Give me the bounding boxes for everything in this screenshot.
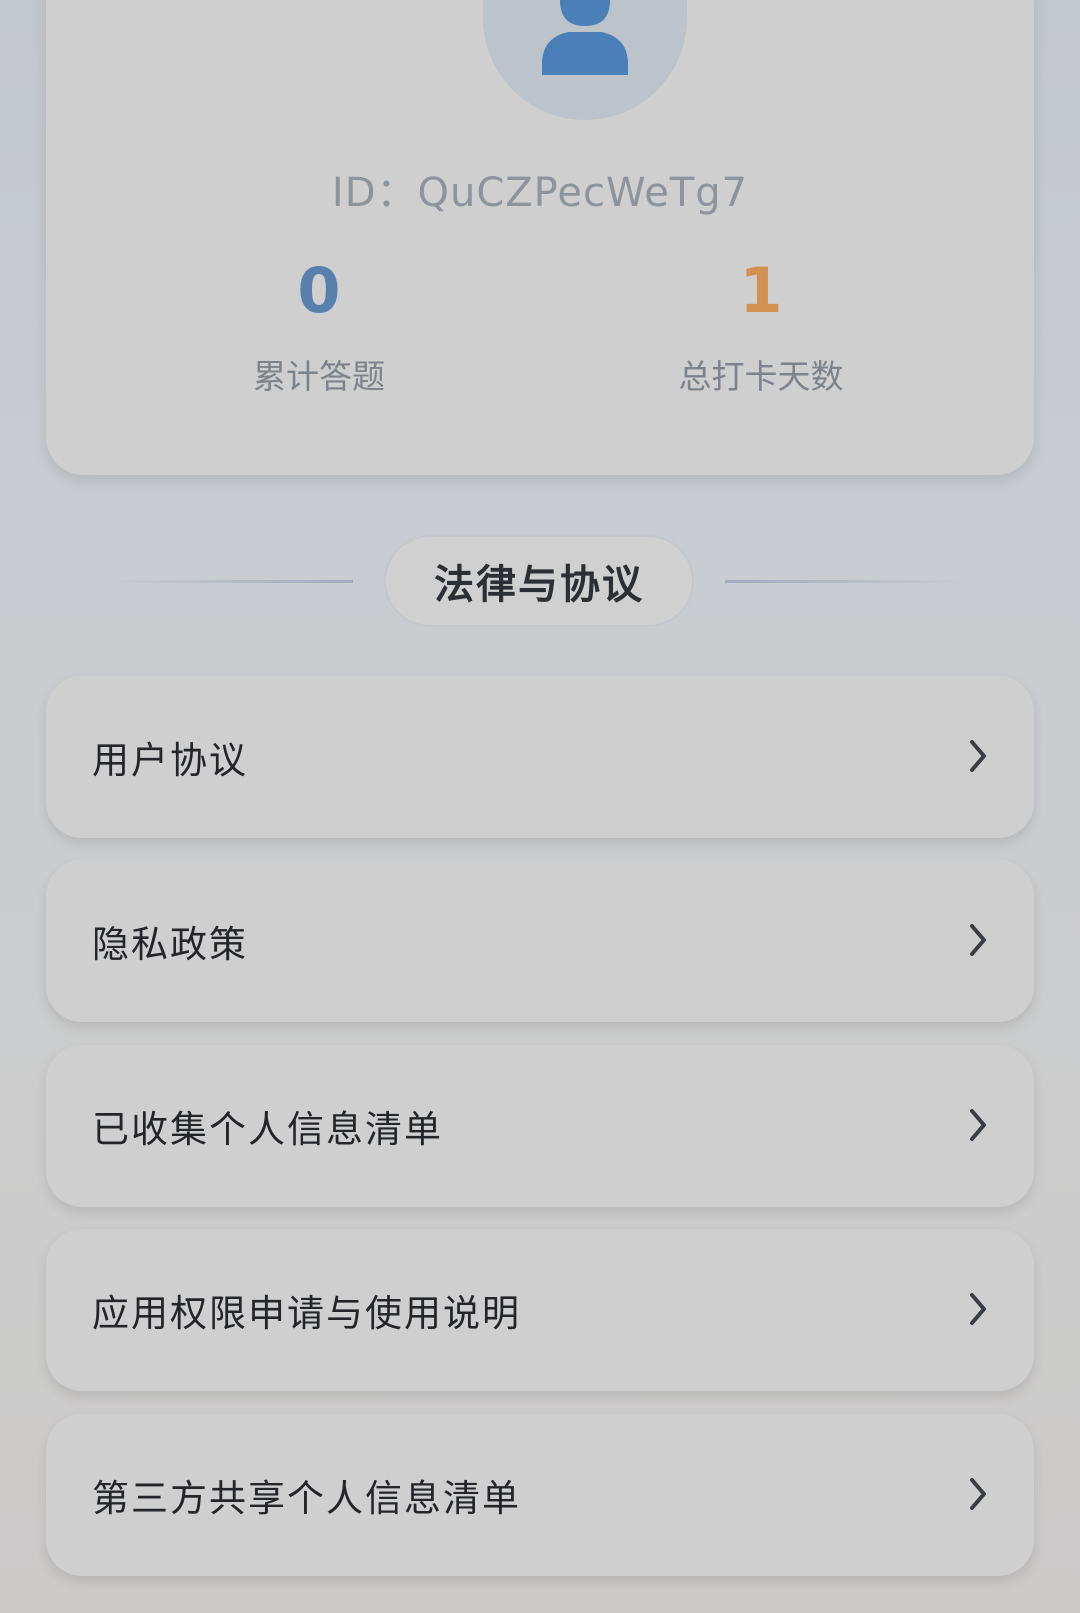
stat-checkin-days-label: 总打卡天数 (678, 357, 844, 396)
menu-item-third-party-sharing[interactable]: 第三方共享个人信息清单 (46, 1414, 1034, 1576)
section-divider-right (725, 580, 965, 583)
section-divider-left (113, 580, 353, 583)
menu-item-privacy-policy[interactable]: 隐私政策 (46, 860, 1034, 1022)
menu-item-label: 应用权限申请与使用说明 (92, 1292, 521, 1335)
stat-checkin-days[interactable]: 1 总打卡天数 (611, 260, 911, 398)
chevron-right-icon (970, 740, 986, 772)
stat-total-answers-value: 0 (297, 254, 341, 327)
stat-total-answers-label: 累计答题 (253, 357, 385, 396)
stat-checkin-days-value: 1 (739, 254, 783, 327)
menu-item-label: 用户协议 (92, 739, 248, 782)
chevron-right-icon (970, 924, 986, 956)
chevron-right-icon (970, 1109, 986, 1141)
profile-card: ID：QuCZPecWeTg7 0 累计答题 1 总打卡天数 (46, 0, 1034, 475)
avatar[interactable] (483, 0, 687, 120)
stat-total-answers[interactable]: 0 累计答题 (169, 260, 469, 398)
menu-item-label: 第三方共享个人信息清单 (92, 1477, 521, 1520)
menu-item-label: 已收集个人信息清单 (92, 1108, 443, 1151)
chevron-right-icon (970, 1478, 986, 1510)
menu-item-app-permissions[interactable]: 应用权限申请与使用说明 (46, 1229, 1034, 1391)
menu-item-label: 隐私政策 (92, 923, 248, 966)
menu-item-collected-info-list[interactable]: 已收集个人信息清单 (46, 1045, 1034, 1207)
menu-item-user-agreement[interactable]: 用户协议 (46, 676, 1034, 838)
user-id: ID：QuCZPecWeTg7 (331, 170, 749, 216)
section-title: 法律与协议 (384, 535, 694, 627)
user-silhouette-icon (542, 0, 628, 75)
chevron-right-icon (970, 1293, 986, 1325)
